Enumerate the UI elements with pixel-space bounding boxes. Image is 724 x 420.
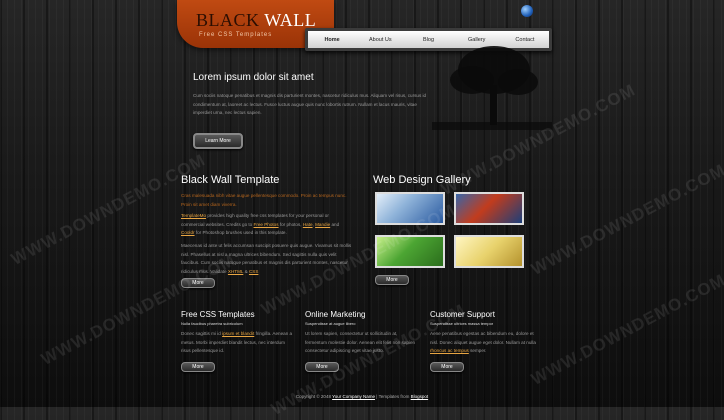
- free-css-text: Donec sagittis mi id ipsum et blandit fr…: [181, 331, 293, 353]
- watermark-text: WWW.DOWNDEMO.COM: [268, 300, 469, 419]
- free-photos-link[interactable]: Free Photos: [254, 222, 279, 227]
- templatemo-link[interactable]: TemplateMo: [181, 213, 206, 218]
- gallery-more-button[interactable]: More: [375, 275, 409, 285]
- watermark-text: WWW.DOWNDEMO.COM: [8, 150, 209, 269]
- learn-more-button[interactable]: Learn More: [193, 133, 243, 149]
- footer: Copyright © 2048 Your Company Name | Tem…: [295, 394, 429, 399]
- online-marketing-subheading: Suspendisse at augue libero: [305, 321, 356, 326]
- tree-silhouette-image: [432, 46, 552, 130]
- hero-title: Lorem ipsum dolor sit amet: [193, 72, 314, 83]
- free-css-more-button[interactable]: More: [181, 362, 215, 372]
- black-wall-credits: TemplateMo provides high quality free cs…: [181, 213, 340, 235]
- online-marketing-heading: Online Marketing: [305, 310, 366, 319]
- nav-home[interactable]: Home: [308, 37, 356, 43]
- watermark-text: WWW.DOWNDEMO.COM: [528, 270, 724, 389]
- company-link[interactable]: Your Company Name: [332, 394, 375, 399]
- gallery-thumbnail[interactable]: [454, 192, 524, 225]
- rhoncus-link[interactable]: rhoncus ac tempus: [430, 348, 469, 353]
- blogspot-link[interactable]: Blogspot: [411, 394, 429, 399]
- logo-subtitle: Free CSS Templates: [199, 32, 273, 38]
- customer-support-more-button[interactable]: More: [430, 362, 464, 372]
- free-css-heading: Free CSS Templates: [181, 310, 255, 319]
- black-wall-heading: Black Wall Template: [181, 174, 280, 186]
- mandie-link[interactable]: Mandie: [315, 222, 330, 227]
- globe-icon: [521, 5, 533, 17]
- blandit-link[interactable]: ipsum et blandit: [222, 331, 254, 336]
- free-css-subheading: Nulla faucibus pharetra subricolum: [181, 321, 243, 326]
- css-link[interactable]: CSS: [249, 269, 258, 274]
- black-wall-intro: Cras malesuada nibh vitae augue pellente…: [181, 193, 347, 207]
- logo-title: BLACK WALL: [196, 10, 317, 30]
- gallery-thumbnail[interactable]: [454, 235, 524, 268]
- hate-link[interactable]: Hate: [303, 222, 313, 227]
- cooldr-link[interactable]: Cooldr: [181, 230, 195, 235]
- watermark-text: WWW.DOWNDEMO.COM: [528, 160, 724, 279]
- nav-about-us[interactable]: About Us: [356, 37, 404, 43]
- hero-text: Cum sociis natoque penatibus et magnis d…: [193, 93, 427, 115]
- customer-support-text: Aene penatibus egestas ac bibendum eu, d…: [430, 331, 536, 353]
